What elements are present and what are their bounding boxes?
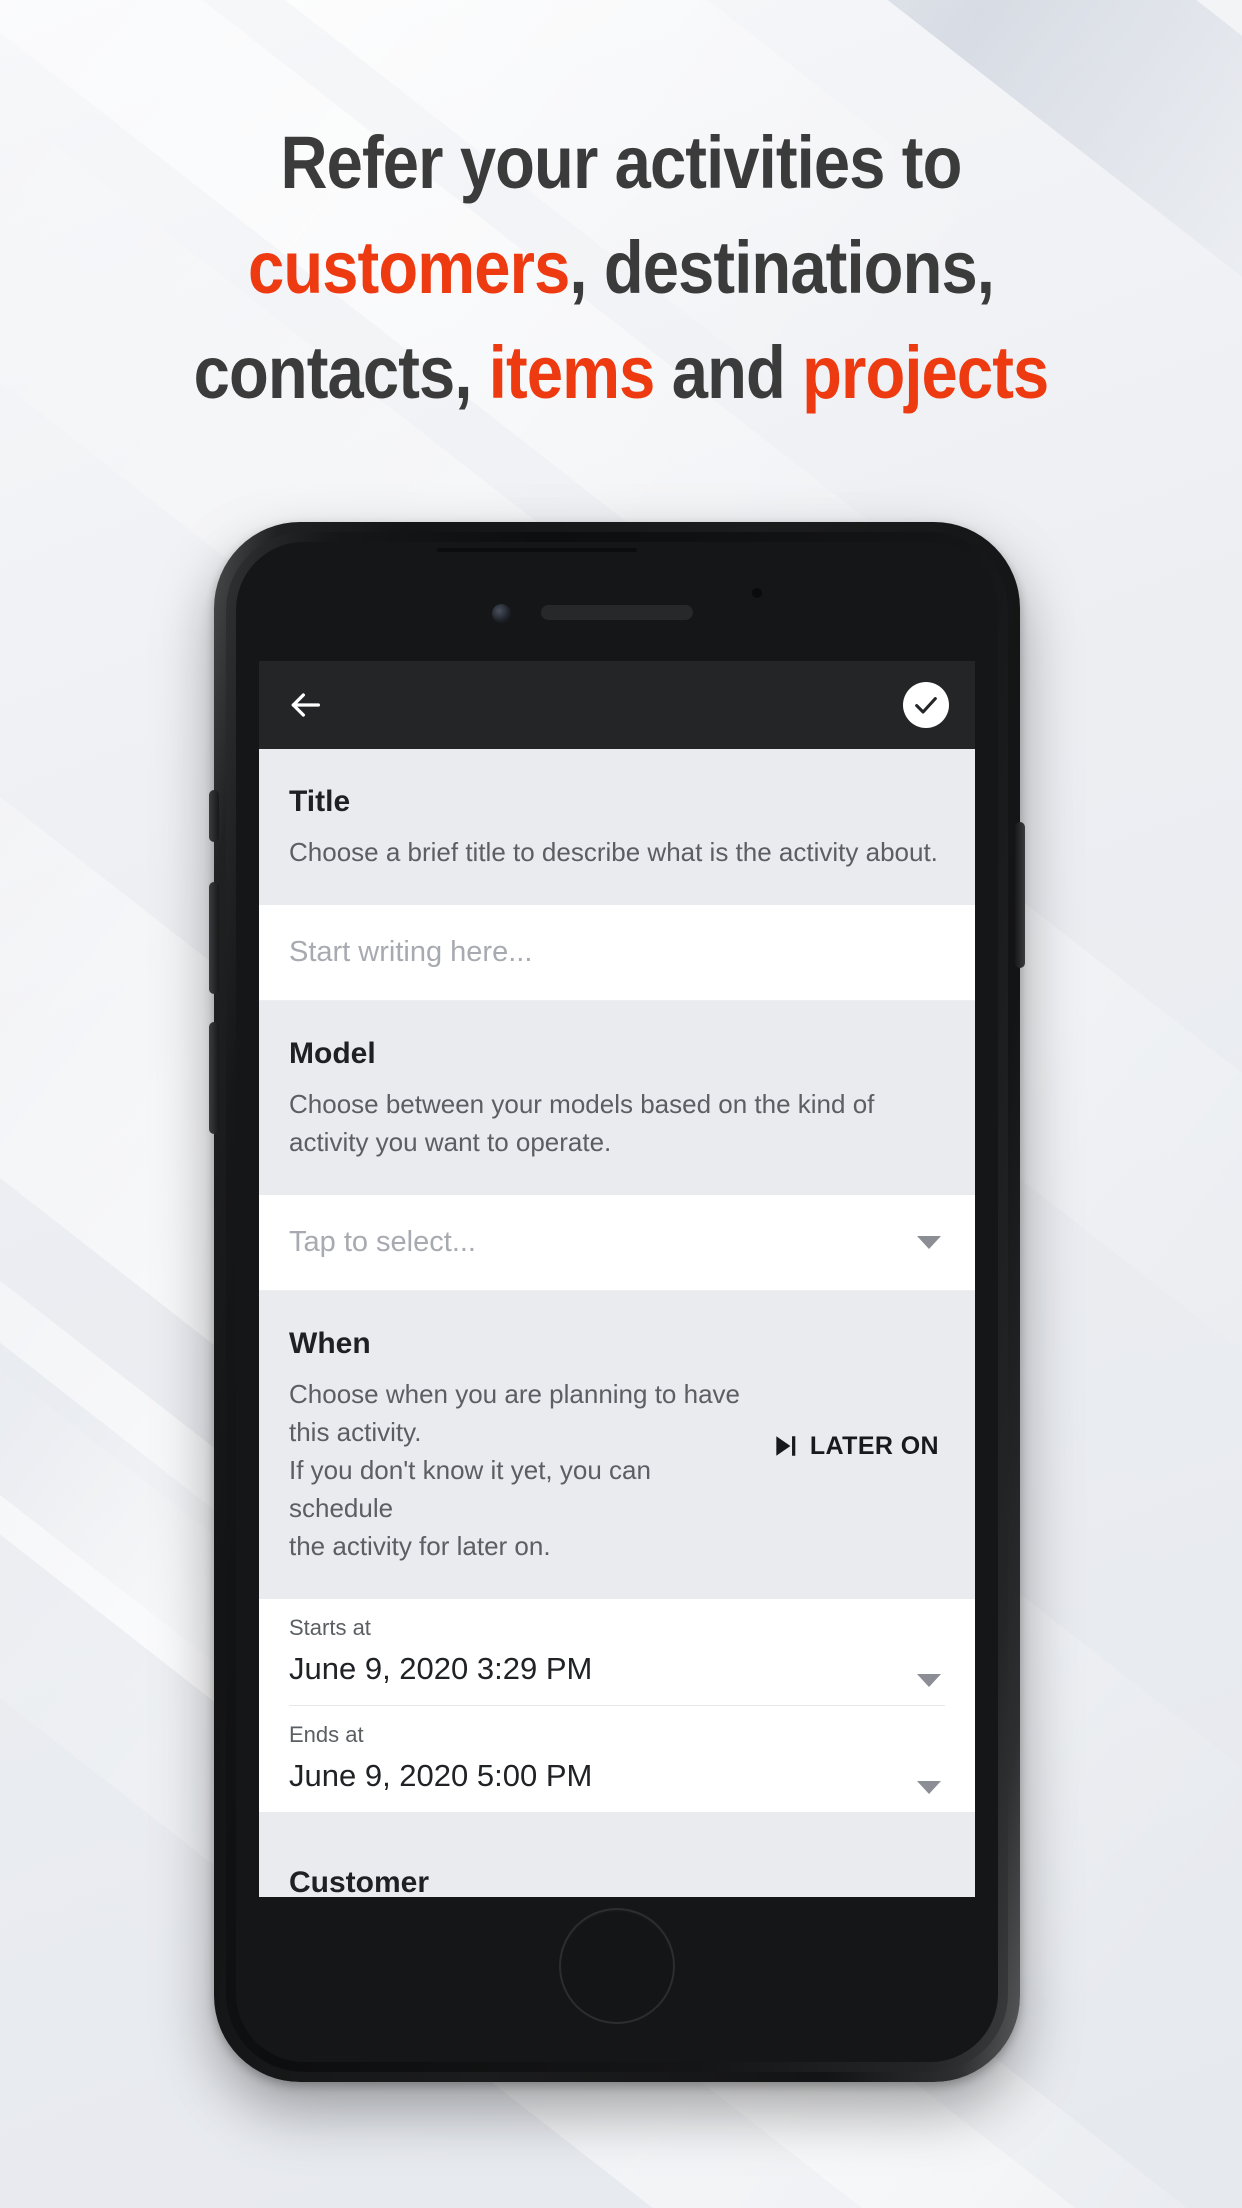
headline-line-2: customers, destinations,	[75, 215, 1168, 320]
section-when-description-line: Choose when you are planning to have	[289, 1379, 740, 1409]
section-title-description: Choose a brief title to describe what is…	[289, 837, 938, 867]
activity-form[interactable]: Title Choose a brief title to describe w…	[259, 749, 975, 1897]
check-icon	[915, 697, 937, 714]
volume-down-button[interactable]	[209, 1022, 219, 1134]
starts-at-field[interactable]: Starts at June 9, 2020 3:29 PM	[259, 1599, 975, 1705]
ends-at-field[interactable]: Ends at June 9, 2020 5:00 PM	[259, 1706, 975, 1812]
section-model-label: Model	[289, 1037, 376, 1070]
volume-up-button[interactable]	[209, 882, 219, 994]
phone-mockup: Title Choose a brief title to describe w…	[209, 522, 1025, 2082]
confirm-button[interactable]	[903, 682, 949, 728]
home-button[interactable]	[559, 1908, 675, 2024]
section-title-label: Title	[289, 785, 351, 818]
title-input[interactable]: Start writing here...	[259, 905, 975, 1001]
headline-segment: and	[654, 331, 803, 414]
title-input-placeholder: Start writing here...	[289, 936, 533, 968]
headline-segment: Refer your activities to	[280, 121, 963, 204]
skip-next-icon	[776, 1436, 796, 1456]
front-camera-icon	[492, 604, 511, 623]
proximity-sensor-icon	[752, 588, 762, 598]
headline-line-3: contacts, items and projects	[75, 320, 1168, 425]
headline-segment: , destinations,	[569, 226, 995, 309]
chevron-down-icon	[917, 1674, 941, 1687]
section-when-description-line: the activity for later on.	[289, 1531, 551, 1561]
starts-at-value: June 9, 2020 3:29 PM	[289, 1651, 593, 1686]
section-model-header: Model Choose between your models based o…	[259, 1001, 975, 1195]
section-when-label: When	[289, 1327, 371, 1360]
chevron-down-icon	[917, 1236, 941, 1249]
ends-at-value: June 9, 2020 5:00 PM	[289, 1758, 593, 1793]
headline-segment-accent: projects	[802, 331, 1049, 414]
headline-segment: contacts,	[193, 331, 489, 414]
headline-segment-accent: items	[488, 331, 656, 414]
model-select-placeholder: Tap to select...	[289, 1226, 476, 1258]
back-button[interactable]	[285, 685, 325, 725]
power-button[interactable]	[1015, 822, 1025, 968]
section-when-description-line: this activity.	[289, 1417, 422, 1447]
ends-at-label: Ends at	[289, 1722, 364, 1747]
section-title-header: Title Choose a brief title to describe w…	[259, 749, 975, 905]
arrow-left-icon	[291, 693, 320, 717]
headline-segment-accent: customers	[247, 226, 570, 309]
phone-top-slit	[437, 548, 637, 552]
section-when-description-line: If you don't know it yet, you can schedu…	[289, 1455, 651, 1523]
section-when-header: When Choose when you are planning to hav…	[259, 1291, 975, 1599]
earpiece-speaker	[541, 605, 693, 620]
section-model-description: Choose between your models based on the …	[289, 1089, 875, 1157]
phone-screen: Title Choose a brief title to describe w…	[259, 661, 975, 1897]
app-toolbar	[259, 661, 975, 749]
headline-line-1: Refer your activities to	[75, 110, 1168, 215]
mute-switch[interactable]	[209, 790, 219, 842]
section-customer-label: Customer	[289, 1866, 430, 1897]
model-select[interactable]: Tap to select...	[259, 1195, 975, 1291]
later-on-button[interactable]: LATER ON	[772, 1432, 945, 1461]
later-on-label: LATER ON	[809, 1431, 939, 1460]
promo-headline: Refer your activities to customers, dest…	[0, 110, 1242, 425]
chevron-down-icon	[917, 1781, 941, 1794]
section-customer-header: Customer	[259, 1812, 975, 1897]
starts-at-label: Starts at	[289, 1615, 371, 1640]
